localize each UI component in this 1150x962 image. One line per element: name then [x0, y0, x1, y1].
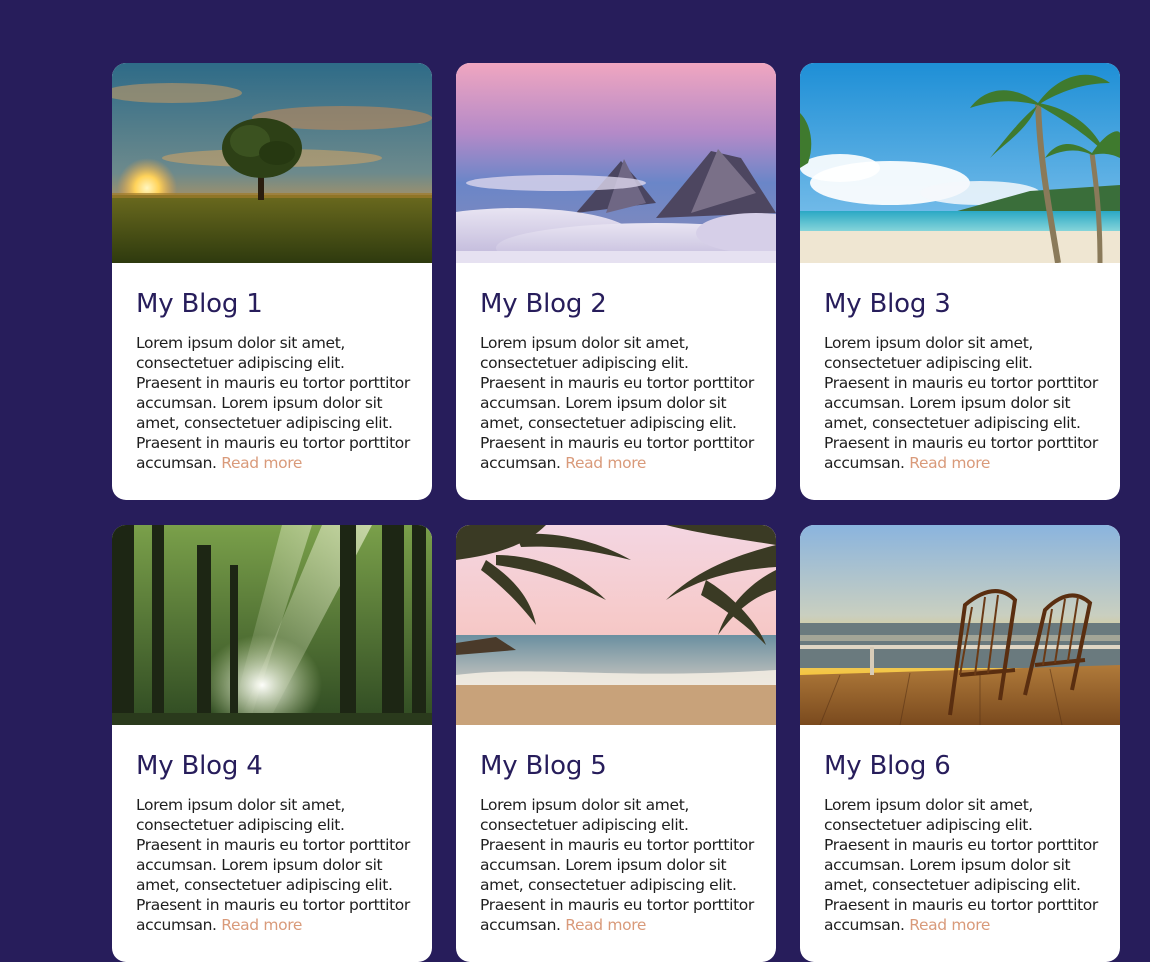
- read-more-link[interactable]: Read more: [565, 916, 646, 934]
- blog-card-body: My Blog 1 Lorem ipsum dolor sit amet, co…: [112, 263, 432, 473]
- blog-image-sunset-tree-field: [112, 63, 432, 263]
- blog-card-body: My Blog 3 Lorem ipsum dolor sit amet, co…: [800, 263, 1120, 473]
- blog-card: My Blog 5 Lorem ipsum dolor sit amet, co…: [456, 525, 776, 962]
- read-more-link[interactable]: Read more: [221, 454, 302, 472]
- read-more-link[interactable]: Read more: [565, 454, 646, 472]
- blog-excerpt-text: Lorem ipsum dolor sit amet, consectetuer…: [136, 334, 410, 472]
- read-more-link[interactable]: Read more: [909, 916, 990, 934]
- blog-card-body: My Blog 5 Lorem ipsum dolor sit amet, co…: [456, 725, 776, 935]
- blog-excerpt-text: Lorem ipsum dolor sit amet, consectetuer…: [136, 796, 410, 934]
- blog-title: My Blog 1: [136, 289, 263, 319]
- blog-card-body: My Blog 6 Lorem ipsum dolor sit amet, co…: [800, 725, 1120, 935]
- blog-title: My Blog 6: [824, 751, 951, 781]
- blog-excerpt-text: Lorem ipsum dolor sit amet, consectetuer…: [824, 796, 1098, 934]
- read-more-link[interactable]: Read more: [909, 454, 990, 472]
- blog-image-deck-chairs-sea-sunset: [800, 525, 1120, 725]
- blog-excerpt-text: Lorem ipsum dolor sit amet, consectetuer…: [480, 796, 754, 934]
- blog-excerpt: Lorem ipsum dolor sit amet, consectetuer…: [824, 333, 1100, 473]
- blog-card-body: My Blog 2 Lorem ipsum dolor sit amet, co…: [456, 263, 776, 473]
- blog-excerpt: Lorem ipsum dolor sit amet, consectetuer…: [824, 795, 1100, 935]
- blog-excerpt: Lorem ipsum dolor sit amet, consectetuer…: [136, 795, 412, 935]
- blog-excerpt: Lorem ipsum dolor sit amet, consectetuer…: [480, 795, 756, 935]
- blog-card-body: My Blog 4 Lorem ipsum dolor sit amet, co…: [112, 725, 432, 935]
- blog-title: My Blog 5: [480, 751, 607, 781]
- blog-image-mountain-peaks-clouds: [456, 63, 776, 263]
- blog-image-tropical-beach-palms: [800, 63, 1120, 263]
- read-more-link[interactable]: Read more: [221, 916, 302, 934]
- blog-card: My Blog 3 Lorem ipsum dolor sit amet, co…: [800, 63, 1120, 500]
- blog-image-forest-sunbeams: [112, 525, 432, 725]
- blog-excerpt-text: Lorem ipsum dolor sit amet, consectetuer…: [480, 334, 754, 472]
- blog-title: My Blog 4: [136, 751, 263, 781]
- blog-card: My Blog 6 Lorem ipsum dolor sit amet, co…: [800, 525, 1120, 962]
- blog-excerpt-text: Lorem ipsum dolor sit amet, consectetuer…: [824, 334, 1098, 472]
- blog-excerpt: Lorem ipsum dolor sit amet, consectetuer…: [136, 333, 412, 473]
- blog-grid: My Blog 1 Lorem ipsum dolor sit amet, co…: [112, 63, 1120, 962]
- blog-title: My Blog 3: [824, 289, 951, 319]
- blog-card: My Blog 4 Lorem ipsum dolor sit amet, co…: [112, 525, 432, 962]
- blog-card: My Blog 1 Lorem ipsum dolor sit amet, co…: [112, 63, 432, 500]
- blog-excerpt: Lorem ipsum dolor sit amet, consectetuer…: [480, 333, 756, 473]
- blog-title: My Blog 2: [480, 289, 607, 319]
- blog-card: My Blog 2 Lorem ipsum dolor sit amet, co…: [456, 63, 776, 500]
- blog-image-beach-sunset-palm-fronds: [456, 525, 776, 725]
